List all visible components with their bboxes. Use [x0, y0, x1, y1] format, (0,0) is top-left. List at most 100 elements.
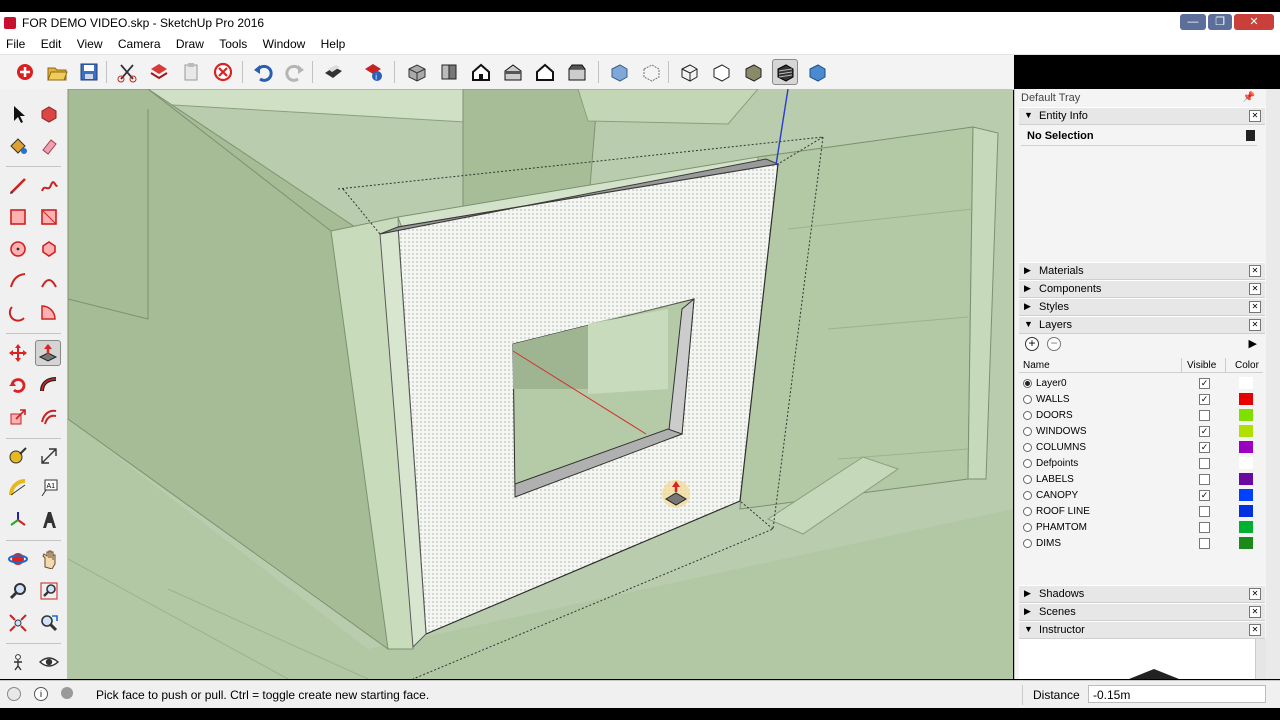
layer-row[interactable]: ROOF LINE: [1021, 504, 1261, 520]
top-view-icon[interactable]: [436, 59, 462, 85]
wireframe-icon[interactable]: [676, 59, 702, 85]
rectangle-icon[interactable]: [5, 204, 31, 230]
layer-visible-checkbox[interactable]: [1199, 474, 1210, 485]
position-camera-icon[interactable]: [5, 649, 31, 675]
layer-visible-checkbox[interactable]: ✓: [1199, 394, 1210, 405]
layer-visible-checkbox[interactable]: [1199, 458, 1210, 469]
monochrome-icon[interactable]: [804, 59, 830, 85]
close-panel-icon[interactable]: ✕: [1249, 283, 1261, 295]
active-layer-radio[interactable]: [1023, 475, 1032, 484]
rotated-rectangle-icon[interactable]: [36, 204, 62, 230]
instructor-panel-header[interactable]: ▼ Instructor ✕: [1019, 621, 1265, 639]
open-icon[interactable]: [44, 59, 70, 85]
right-view-icon[interactable]: [500, 59, 526, 85]
close-button[interactable]: ✕: [1234, 14, 1274, 30]
shadows-panel-header[interactable]: ▶ Shadows ✕: [1019, 585, 1265, 603]
text-tool-icon[interactable]: A1: [36, 475, 62, 501]
layer-color-swatch[interactable]: [1239, 393, 1253, 405]
pin-icon[interactable]: 📌: [1243, 92, 1255, 103]
active-layer-radio[interactable]: [1023, 491, 1032, 500]
modeling-viewport[interactable]: [68, 89, 1013, 679]
rotate-icon[interactable]: [5, 372, 31, 398]
pan-icon[interactable]: [36, 546, 62, 572]
copy-icon[interactable]: [146, 59, 172, 85]
credits-icon[interactable]: i: [34, 687, 48, 701]
column-color[interactable]: Color: [1235, 360, 1259, 371]
xray-icon[interactable]: [606, 59, 632, 85]
paste-icon[interactable]: [178, 59, 204, 85]
three-point-arc-icon[interactable]: [5, 299, 31, 325]
materials-panel-header[interactable]: ▶ Materials ✕: [1019, 262, 1265, 280]
menu-edit[interactable]: Edit: [35, 34, 68, 51]
orbit-icon[interactable]: [5, 546, 31, 572]
layer-row[interactable]: Defpoints: [1021, 456, 1261, 472]
layer-row[interactable]: COLUMNS ✓: [1021, 440, 1261, 456]
layer-color-swatch[interactable]: [1239, 521, 1253, 533]
layer-visible-checkbox[interactable]: [1199, 522, 1210, 533]
restore-button[interactable]: ❐: [1208, 14, 1232, 30]
active-layer-radio[interactable]: [1023, 379, 1032, 388]
active-layer-radio[interactable]: [1023, 395, 1032, 404]
menu-file[interactable]: File: [0, 34, 31, 51]
polygon-icon[interactable]: [36, 236, 62, 262]
back-edges-icon[interactable]: [638, 59, 664, 85]
details-toggle-icon[interactable]: [1246, 130, 1255, 141]
layer-visible-checkbox[interactable]: ✓: [1199, 426, 1210, 437]
layer-color-swatch[interactable]: [1239, 537, 1253, 549]
close-panel-icon[interactable]: ✕: [1249, 301, 1261, 313]
layer-row[interactable]: DOORS: [1021, 408, 1261, 424]
instructor-scrollbar[interactable]: [1255, 639, 1266, 679]
save-icon[interactable]: [76, 59, 102, 85]
hidden-line-icon[interactable]: [708, 59, 734, 85]
close-panel-icon[interactable]: ✕: [1249, 606, 1261, 618]
layer-details-icon[interactable]: ▶: [1249, 337, 1257, 350]
layer-visible-checkbox[interactable]: [1199, 506, 1210, 517]
make-component-icon[interactable]: [36, 101, 62, 127]
close-panel-icon[interactable]: ✕: [1249, 319, 1261, 331]
layer-row[interactable]: Layer0 ✓: [1021, 376, 1261, 392]
look-around-icon[interactable]: [36, 649, 62, 675]
scale-icon[interactable]: [5, 404, 31, 430]
undo-icon[interactable]: [250, 59, 276, 85]
cut-icon[interactable]: [114, 59, 140, 85]
close-panel-icon[interactable]: ✕: [1249, 588, 1261, 600]
layer-visible-checkbox[interactable]: ✓: [1199, 442, 1210, 453]
measurements-box[interactable]: -0.15m: [1088, 685, 1266, 703]
layer-color-swatch[interactable]: [1239, 489, 1253, 501]
erase-icon[interactable]: [210, 59, 236, 85]
layer-visible-checkbox[interactable]: [1199, 410, 1210, 421]
close-panel-icon[interactable]: ✕: [1249, 265, 1261, 277]
close-panel-icon[interactable]: ✕: [1249, 110, 1261, 122]
layer-visible-checkbox[interactable]: [1199, 538, 1210, 549]
eraser-icon[interactable]: [36, 133, 62, 159]
offset-icon[interactable]: [36, 404, 62, 430]
move-icon[interactable]: [5, 340, 31, 366]
entity-info-panel-header[interactable]: ▼ Entity Info ✕: [1019, 107, 1265, 125]
delete-layer-icon[interactable]: −: [1047, 337, 1061, 351]
select-icon[interactable]: [5, 101, 31, 127]
front-view-icon[interactable]: [468, 59, 494, 85]
close-panel-icon[interactable]: ✕: [1249, 624, 1261, 636]
iso-view-icon[interactable]: [404, 59, 430, 85]
layer-row[interactable]: PHAMTOM: [1021, 520, 1261, 536]
active-layer-radio[interactable]: [1023, 539, 1032, 548]
layer-row[interactable]: DIMS: [1021, 536, 1261, 552]
follow-me-icon[interactable]: [36, 372, 62, 398]
freehand-icon[interactable]: [36, 173, 62, 199]
zoom-window-icon[interactable]: [36, 578, 62, 604]
menu-draw[interactable]: Draw: [170, 34, 210, 51]
back-view-icon[interactable]: [532, 59, 558, 85]
layer-row[interactable]: WINDOWS ✓: [1021, 424, 1261, 440]
pie-icon[interactable]: [36, 299, 62, 325]
circle-icon[interactable]: [5, 236, 31, 262]
paint-bucket-icon[interactable]: [5, 133, 31, 159]
menu-camera[interactable]: Camera: [112, 34, 167, 51]
active-layer-radio[interactable]: [1023, 411, 1032, 420]
layer-color-swatch[interactable]: [1239, 505, 1253, 517]
active-layer-radio[interactable]: [1023, 427, 1032, 436]
shaded-icon[interactable]: [740, 59, 766, 85]
geo-location-icon[interactable]: [7, 687, 21, 701]
layer-color-swatch[interactable]: [1239, 409, 1253, 421]
left-view-icon[interactable]: [564, 59, 590, 85]
push-pull-icon[interactable]: [35, 340, 61, 366]
